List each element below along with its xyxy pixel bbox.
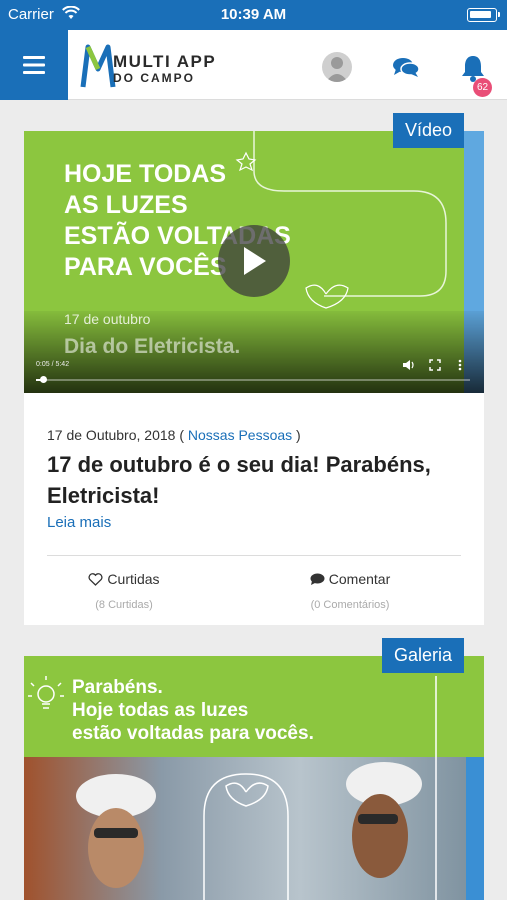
post-category-link[interactable]: Nossas Pessoas bbox=[188, 427, 292, 443]
heart-icon bbox=[88, 572, 103, 586]
comment-count: (0 Comentários) bbox=[310, 598, 390, 611]
gallery-image[interactable]: Parabéns. Hoje todas as luzes estão volt… bbox=[24, 656, 484, 900]
app-logo: MULTI APP DO CAMPO bbox=[80, 43, 240, 89]
comment-button[interactable]: Comentar bbox=[310, 571, 390, 587]
status-bar: Carrier 10:39 AM bbox=[0, 0, 507, 30]
logo-mark-icon bbox=[80, 44, 116, 88]
video-progress-bar[interactable] bbox=[36, 376, 470, 383]
video-player[interactable]: HOJE TODAS AS LUZES ESTÃO VOLTADAS PARA … bbox=[24, 131, 484, 393]
post-card: Vídeo HOJE TODAS AS LUZES ESTÃO VOLTADAS… bbox=[24, 113, 484, 625]
video-time: 0:05 / 5:42 bbox=[36, 361, 70, 368]
comment-label: Comentar bbox=[328, 571, 391, 587]
notification-badge: 62 bbox=[473, 78, 492, 97]
volume-icon[interactable] bbox=[402, 358, 416, 372]
gallery-text: Parabéns. Hoje todas as luzes estão volt… bbox=[72, 677, 314, 744]
avatar-icon bbox=[326, 57, 348, 82]
video-progress-knob[interactable] bbox=[39, 376, 47, 383]
read-more-link[interactable]: Leia mais bbox=[47, 514, 111, 531]
post-date: 17 de Outubro, 2018 bbox=[47, 427, 176, 443]
post-card: Galeria Parabéns. Hoje todas as luzes es… bbox=[24, 638, 484, 900]
like-button[interactable]: Curtidas bbox=[88, 571, 160, 587]
fullscreen-icon[interactable] bbox=[428, 358, 442, 372]
like-count: (8 Curtidas) bbox=[95, 598, 153, 611]
divider bbox=[47, 555, 461, 556]
video-date: 17 de outubro bbox=[64, 311, 151, 327]
battery-icon bbox=[467, 8, 500, 22]
more-options-icon[interactable] bbox=[453, 358, 467, 372]
app-header: MULTI APP DO CAMPO 62 bbox=[0, 30, 507, 100]
avatar[interactable] bbox=[322, 52, 352, 82]
post-meta: 17 de Outubro, 2018 ( Nossas Pessoas ) bbox=[47, 427, 301, 443]
post-type-tag: Vídeo bbox=[392, 113, 464, 148]
menu-button[interactable] bbox=[0, 30, 68, 100]
chat-icon[interactable] bbox=[392, 56, 420, 78]
clock: 10:39 AM bbox=[220, 6, 287, 23]
like-action: Curtidas (8 Curtidas) bbox=[24, 571, 224, 611]
menu-icon bbox=[23, 56, 45, 74]
logo-title: MULTI APP bbox=[113, 52, 217, 71]
comment-action: Comentar (0 Comentários) bbox=[250, 571, 450, 611]
play-icon bbox=[244, 247, 266, 275]
play-button[interactable] bbox=[218, 225, 290, 297]
logo-subtitle: DO CAMPO bbox=[113, 71, 195, 85]
comment-icon bbox=[310, 573, 325, 585]
post-title[interactable]: 17 de outubro é o seu dia! Parabéns, Ele… bbox=[47, 449, 467, 511]
like-label: Curtidas bbox=[107, 571, 160, 587]
post-type-tag: Galeria bbox=[381, 638, 464, 673]
video-controls: 0:05 / 5:42 bbox=[24, 353, 484, 393]
